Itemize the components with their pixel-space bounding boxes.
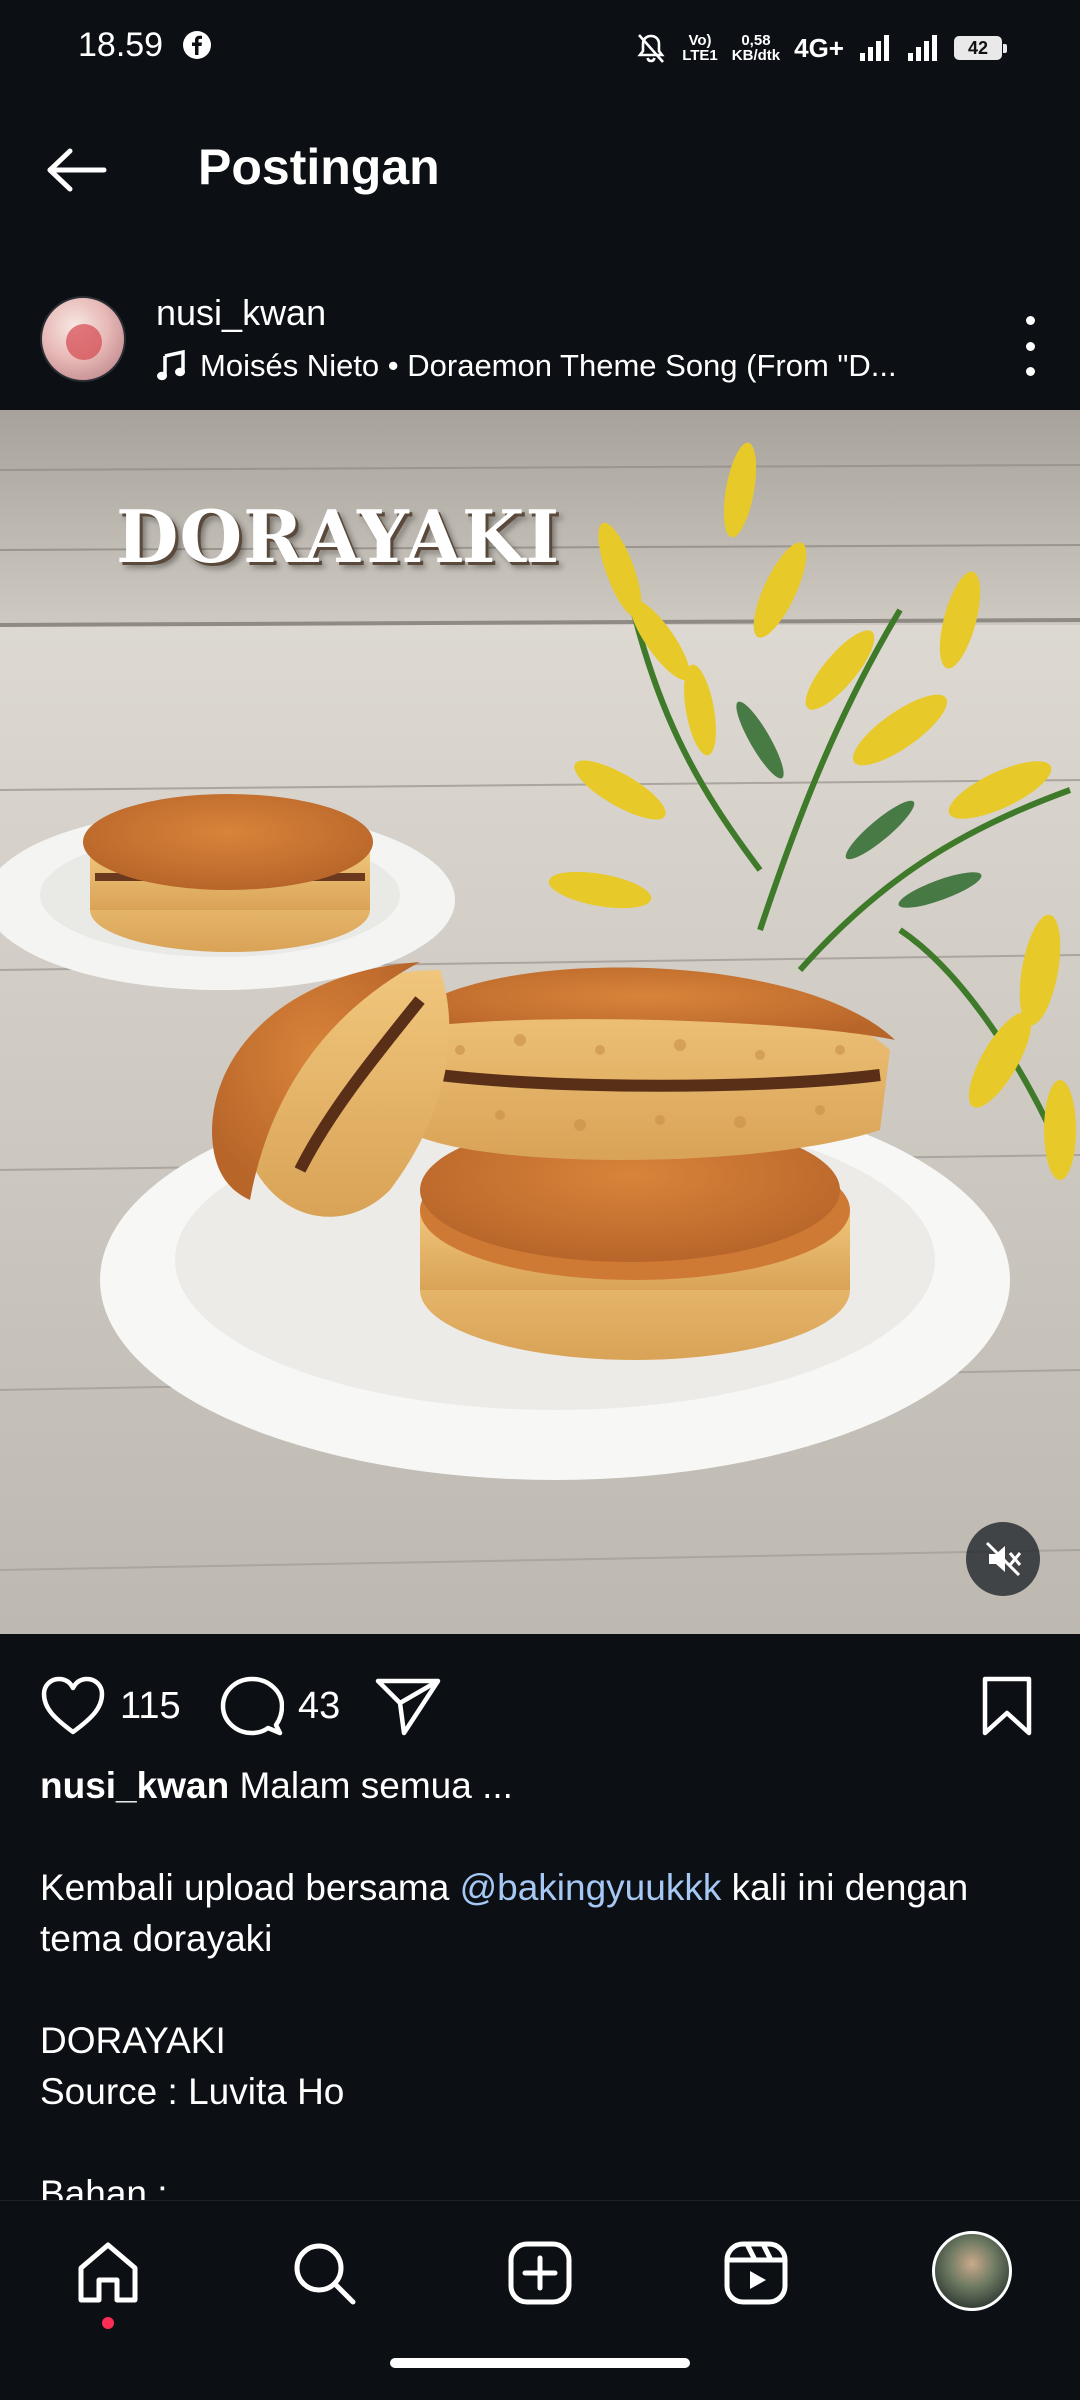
mute-button[interactable]: [966, 1522, 1040, 1596]
music-title: Moisés Nieto • Doraemon Theme Song (From…: [200, 348, 897, 383]
caption-recipe-title: DORAYAKI: [40, 2020, 226, 2061]
back-button[interactable]: [36, 140, 116, 200]
bookmark-icon: [982, 1676, 1032, 1736]
comment-button[interactable]: 43: [220, 1670, 340, 1742]
like-button[interactable]: 115: [40, 1670, 181, 1742]
avatar-detail: [66, 324, 102, 360]
battery-indicator: 42: [954, 36, 1007, 60]
nav-profile-avatar[interactable]: [932, 2231, 1012, 2311]
more-dot: [1025, 341, 1035, 351]
mention-link[interactable]: @bakingyuukkk: [460, 1867, 722, 1908]
volte-bottom: LTE1: [682, 47, 718, 64]
music-attribution[interactable]: Moisés Nieto • Doraemon Theme Song (From…: [156, 346, 956, 386]
post-actions: 115 43: [0, 1634, 1080, 1764]
caption-username[interactable]: nusi_kwan: [40, 1765, 229, 1806]
caption-gap: [40, 1811, 1040, 1862]
volte-indicator: Vo) LTE1: [682, 33, 718, 63]
more-dot: [1025, 367, 1035, 376]
image-overlay-title: DORAYAKI: [116, 494, 561, 579]
caption-body-line: Kembali upload bersama @bakingyuukkk kal…: [40, 1862, 1040, 1964]
more-options-button[interactable]: [1020, 316, 1040, 376]
status-bar: 18.59 Vo) LTE1 0,58 KB/dtk 4G+ 42: [0, 0, 1080, 96]
reels-icon: [724, 2241, 788, 2305]
send-icon: [375, 1678, 441, 1736]
plus-square-icon: [508, 2241, 572, 2305]
music-note-icon: [157, 350, 185, 381]
home-icon: [78, 2242, 138, 2303]
heart-icon: [41, 1676, 105, 1735]
facebook-icon: [183, 31, 211, 59]
more-vertical-icon: [1025, 316, 1035, 325]
signal-icon-2: [908, 35, 937, 61]
save-button[interactable]: [980, 1670, 1034, 1742]
caption-source: Source : Luvita Ho: [40, 2071, 345, 2112]
nav-create[interactable]: [500, 2233, 580, 2313]
comment-icon: [220, 1676, 284, 1736]
share-button[interactable]: [374, 1670, 442, 1742]
post-header: nusi_kwan Moisés Nieto • Doraemon Theme …: [0, 280, 1080, 410]
nav-search[interactable]: [284, 2233, 364, 2313]
dorayaki-photo: [0, 410, 1080, 1634]
network-speed: 0,58 KB/dtk: [732, 33, 780, 63]
author-username[interactable]: nusi_kwan: [156, 292, 326, 334]
post-media[interactable]: DORAYAKI: [0, 410, 1080, 1634]
caption-gap: [40, 2117, 1040, 2168]
caption-text: Kembali upload bersama: [40, 1867, 460, 1908]
post-caption: nusi_kwan Malam semua ... Kembali upload…: [40, 1760, 1040, 2219]
status-indicators: Vo) LTE1 0,58 KB/dtk 4G+ 42: [634, 22, 1007, 74]
nav-reels[interactable]: [716, 2233, 796, 2313]
home-indicator[interactable]: [390, 2358, 690, 2368]
notification-dot: [102, 2317, 114, 2329]
volte-top: Vo): [688, 32, 712, 49]
like-count: 115: [120, 1684, 181, 1727]
comment-count: 43: [298, 1684, 341, 1727]
status-time: 18.59: [78, 26, 164, 64]
speed-value: 0,58: [741, 32, 771, 49]
top-app-bar: Postingan: [0, 96, 1080, 246]
caption-first-line: nusi_kwan Malam semua ...: [40, 1760, 1040, 1811]
arrow-left-icon: [47, 148, 107, 192]
post-screen: 18.59 Vo) LTE1 0,58 KB/dtk 4G+ 42 Postin…: [0, 0, 1080, 2400]
speed-unit: KB/dtk: [731, 47, 781, 64]
caption-greeting: Malam semua ...: [229, 1765, 513, 1806]
speaker-muted-icon: [985, 1541, 1022, 1577]
search-icon: [294, 2243, 356, 2305]
bottom-navigation: [0, 2200, 1080, 2400]
nav-home[interactable]: [68, 2233, 148, 2313]
caption-gap: [40, 1964, 1040, 2015]
network-type: 4G+: [794, 32, 844, 63]
bell-muted-icon: [637, 34, 665, 63]
author-avatar[interactable]: [40, 296, 126, 382]
page-title: Postingan: [198, 139, 440, 195]
signal-icon: [860, 35, 889, 61]
